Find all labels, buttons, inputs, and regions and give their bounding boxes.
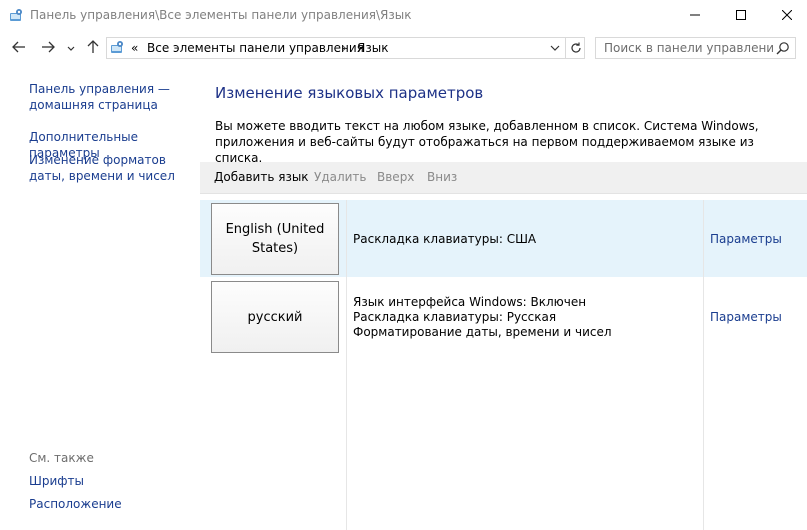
breadcrumb-separator[interactable]: › bbox=[342, 41, 347, 55]
language-options-link[interactable]: Параметры bbox=[710, 310, 782, 324]
up-button[interactable] bbox=[83, 38, 103, 58]
minimize-button[interactable] bbox=[672, 0, 718, 30]
control-panel-icon bbox=[8, 8, 24, 24]
left-pane: Панель управления — домашняя страница До… bbox=[0, 64, 200, 530]
close-button[interactable] bbox=[764, 0, 807, 30]
minimize-icon bbox=[690, 10, 700, 20]
arrow-up-icon bbox=[87, 39, 99, 57]
forward-button[interactable] bbox=[38, 38, 58, 58]
sidebar-link-formats[interactable]: Изменение форматов даты, времени и чисел bbox=[29, 152, 199, 184]
search-input[interactable] bbox=[596, 38, 774, 58]
sidebar-link-location[interactable]: Расположение bbox=[29, 496, 199, 512]
close-icon bbox=[782, 10, 792, 20]
refresh-button[interactable] bbox=[565, 38, 585, 58]
language-row-english[interactable]: English (United States) Раскладка клавиа… bbox=[200, 200, 807, 277]
window-title: Панель управления\Все элементы панели уп… bbox=[30, 8, 412, 22]
move-up-button[interactable]: Вверх bbox=[377, 170, 414, 184]
language-tile[interactable]: English (United States) bbox=[211, 203, 339, 275]
remove-language-button[interactable]: Удалить bbox=[314, 170, 367, 184]
breadcrumb-all-items[interactable]: Все элементы панели управления bbox=[147, 41, 364, 55]
column-divider bbox=[703, 200, 704, 530]
move-down-button[interactable]: Вниз bbox=[427, 170, 457, 184]
language-detail-line: Язык интерфейса Windows: Включен bbox=[353, 295, 587, 309]
back-button[interactable] bbox=[9, 38, 29, 58]
arrow-right-icon bbox=[41, 41, 55, 56]
page-title: Изменение языковых параметров bbox=[215, 84, 484, 102]
chevron-down-icon bbox=[67, 41, 75, 55]
breadcrumb-overflow[interactable]: « bbox=[131, 41, 138, 55]
see-also-label: См. также bbox=[29, 451, 94, 465]
address-dropdown-button[interactable] bbox=[547, 40, 563, 56]
column-divider bbox=[346, 200, 347, 530]
search-icon[interactable] bbox=[776, 41, 792, 57]
recent-locations-button[interactable] bbox=[64, 38, 78, 58]
language-detail-line: Раскладка клавиатуры: США bbox=[353, 232, 537, 246]
language-detail-line: Форматирование даты, времени и чисел bbox=[353, 325, 612, 339]
breadcrumb-language[interactable]: Язык bbox=[357, 41, 388, 55]
language-detail-line: Раскладка клавиатуры: Русская bbox=[353, 310, 557, 324]
language-tile[interactable]: русский bbox=[211, 281, 339, 353]
maximize-button[interactable] bbox=[718, 0, 764, 30]
arrow-left-icon bbox=[12, 41, 26, 56]
control-panel-icon bbox=[109, 40, 125, 56]
language-details: Язык интерфейса Windows: Включен Расклад… bbox=[353, 295, 612, 340]
add-language-button[interactable]: Добавить язык bbox=[214, 170, 309, 184]
maximize-icon bbox=[736, 10, 746, 20]
chevron-down-icon bbox=[550, 45, 560, 51]
page-description: Вы можете вводить текст на любом языке, … bbox=[215, 119, 759, 165]
sidebar-link-fonts[interactable]: Шрифты bbox=[29, 473, 199, 489]
address-bar[interactable]: « Все элементы панели управления › Язык bbox=[106, 37, 585, 59]
language-row-russian[interactable]: русский Язык интерфейса Windows: Включен… bbox=[200, 278, 807, 358]
language-options-link[interactable]: Параметры bbox=[710, 232, 782, 246]
sidebar-link-home[interactable]: Панель управления — домашняя страница bbox=[29, 81, 199, 113]
refresh-icon bbox=[570, 42, 581, 53]
language-toolbar: Добавить язык Удалить Вверх Вниз bbox=[200, 162, 807, 194]
language-details: Раскладка клавиатуры: США bbox=[353, 232, 536, 247]
search-box[interactable] bbox=[595, 37, 796, 59]
title-bar: Панель управления\Все элементы панели уп… bbox=[0, 0, 807, 32]
language-list: English (United States) Раскладка клавиа… bbox=[200, 194, 807, 530]
